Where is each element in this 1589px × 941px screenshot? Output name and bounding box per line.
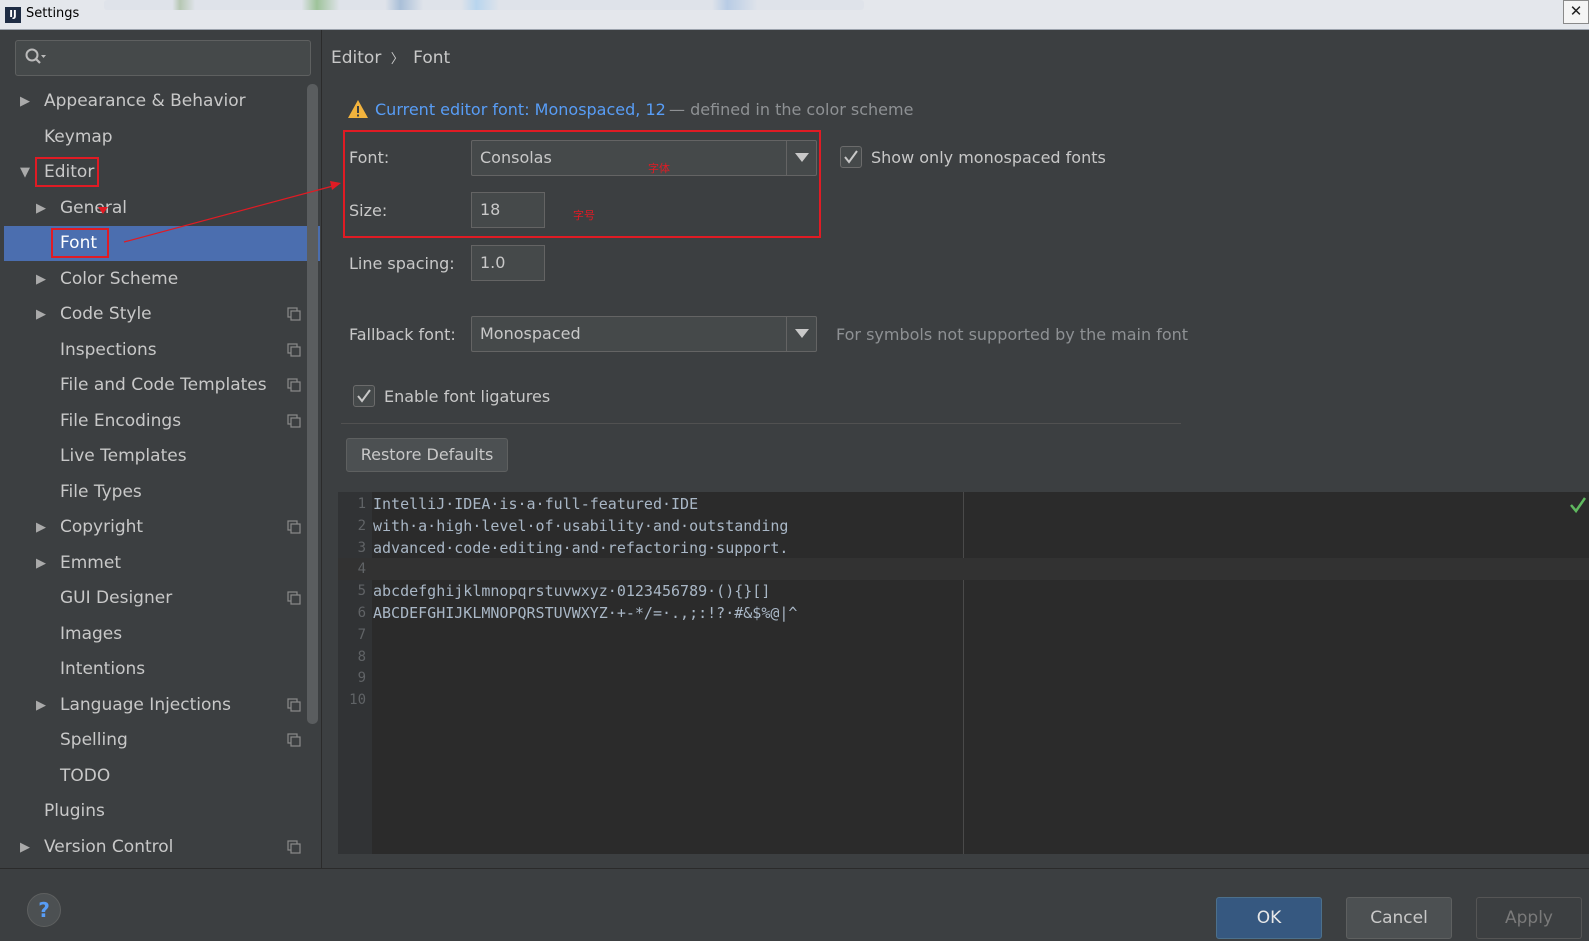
annotation-arrow-head — [330, 181, 341, 190]
annotation-arrow-overlay — [98, 181, 341, 243]
apply-button[interactable]: Apply — [1476, 897, 1582, 939]
cancel-button[interactable]: Cancel — [1346, 897, 1452, 939]
dialog-button-bar: ? OK Cancel Apply — [0, 868, 1589, 941]
help-button[interactable]: ? — [27, 893, 61, 927]
annotation-arrow-line — [123, 185, 334, 243]
ok-button[interactable]: OK — [1216, 897, 1322, 939]
annotation-cursor-mark — [98, 207, 108, 214]
